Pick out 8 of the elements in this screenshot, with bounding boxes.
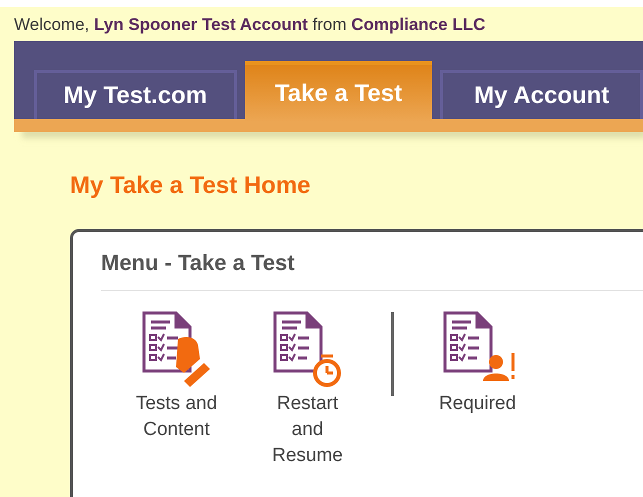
welcome-message: Welcome, Lyn Spooner Test Account from Compliance LLC [13, 14, 486, 36]
nav-tab[interactable]: My Test.com [34, 70, 237, 119]
menu-title: Menu - Take a Test [101, 250, 643, 291]
nav-tab[interactable]: My Account [440, 70, 643, 119]
menu-item[interactable]: Required [430, 309, 525, 417]
menu-item[interactable]: Restart and Resume [260, 309, 355, 469]
menu-item[interactable]: Tests and Content [129, 309, 224, 443]
page-heading: My Take a Test Home [70, 172, 312, 200]
